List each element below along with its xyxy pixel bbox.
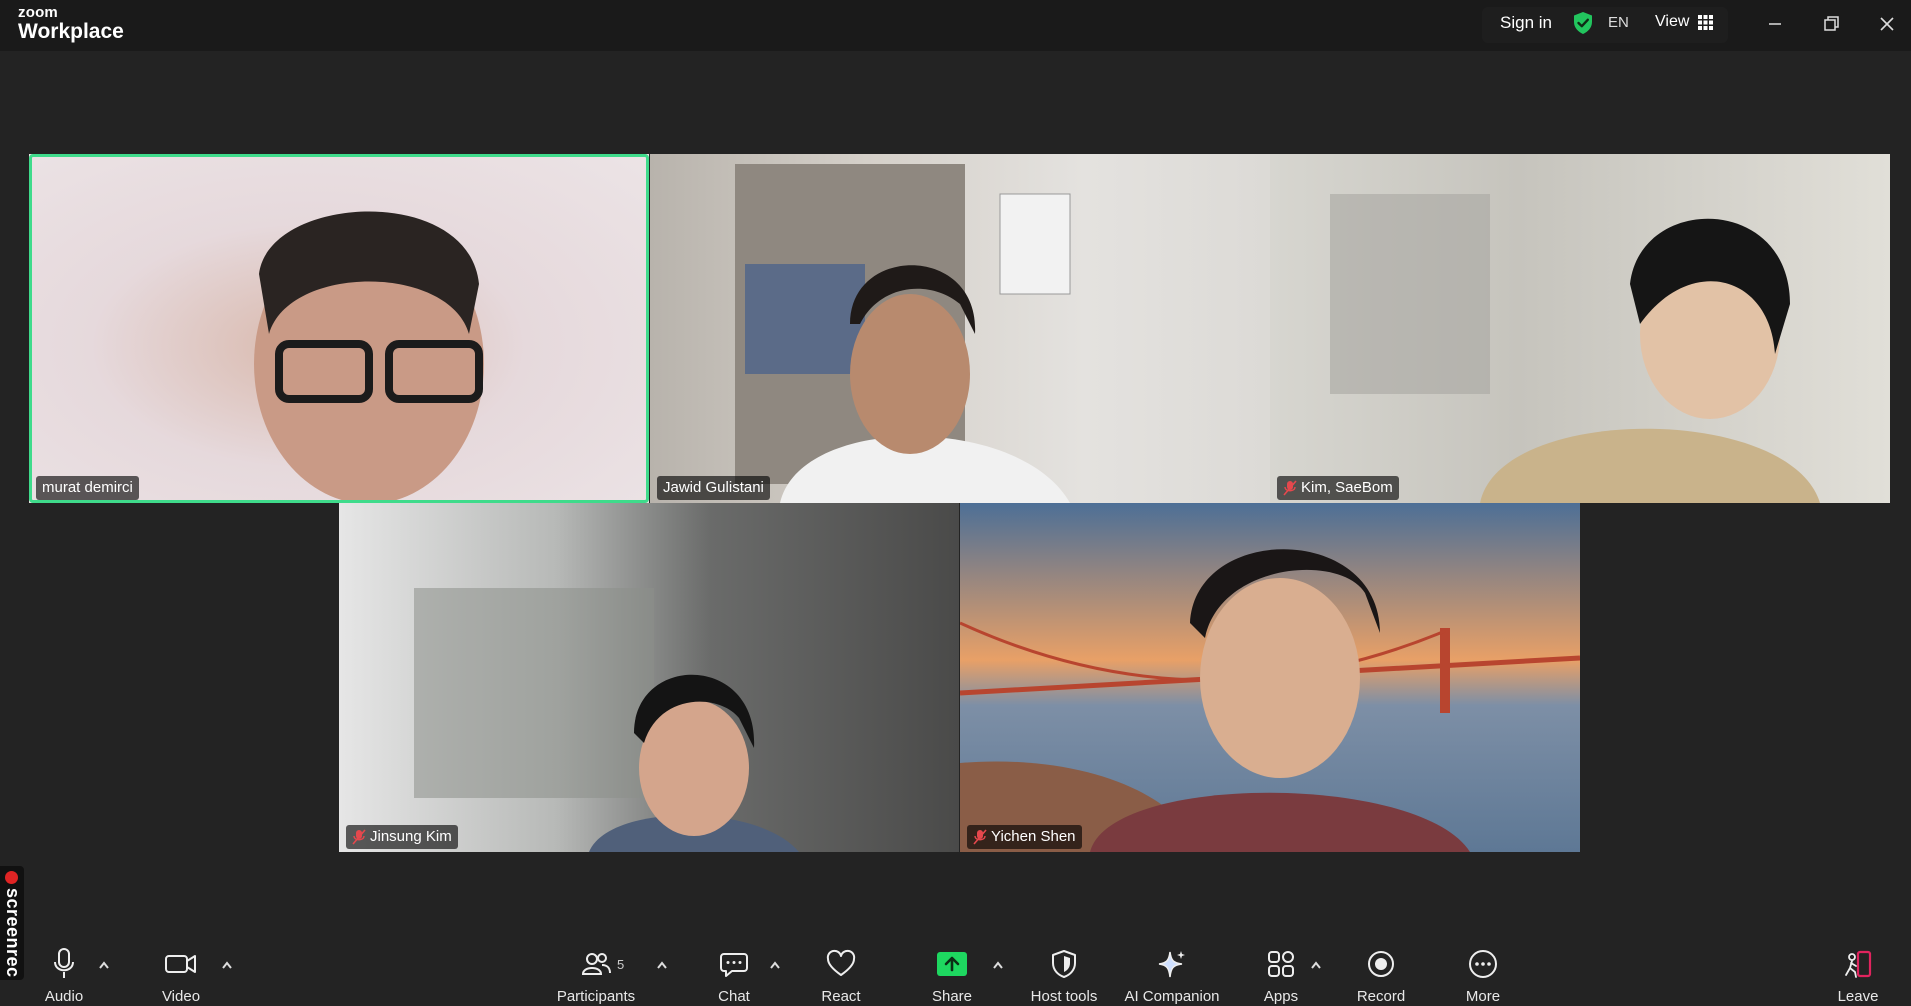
participant-name: Kim, SaeBom [1301,479,1393,496]
apps-options-chevron-up-icon[interactable] [1309,960,1323,970]
screenrec-tab[interactable]: screenrec [0,866,24,980]
video-label: Video [161,988,201,1005]
share-screen-icon [937,952,967,976]
host-tools-button[interactable]: Host tools [1031,948,1097,1005]
share-button[interactable]: Share [932,948,972,1005]
record-button[interactable]: Record [1357,948,1405,1005]
video-feed [339,503,959,852]
share-label: Share [931,988,973,1005]
participant-name-tag: Kim, SaeBom [1277,476,1399,500]
grid-view-icon[interactable] [1698,15,1713,30]
participant-name: Yichen Shen [991,828,1076,845]
participant-name: Jawid Gulistani [663,479,764,496]
video-feed [960,503,1580,852]
participant-count: 5 [617,957,625,972]
video-tile-murat-demirci[interactable]: murat demirci [29,154,649,503]
ai-companion-label: AI Companion [1124,988,1220,1005]
video-tile-jawid-gulistani[interactable]: Jawid Gulistani [650,154,1270,503]
screenrec-label: screenrec [3,888,23,978]
golden-gate-virtual-background [960,549,1580,852]
leave-door-icon [1845,950,1872,978]
participants-icon [581,953,611,975]
more-button[interactable]: More [1463,948,1503,1005]
muted-mic-icon [973,829,987,845]
apps-label: Apps [1263,988,1299,1005]
sparkle-icon [1158,951,1185,978]
participants-options-chevron-up-icon[interactable] [655,960,669,970]
video-feed [650,154,1270,503]
participant-silhouette [735,164,1071,503]
title-bar: zoom Workplace Sign in EN View [0,0,1911,51]
audio-options-chevron-up-icon[interactable] [97,960,111,970]
participant-name-tag: Yichen Shen [967,825,1082,849]
microphone-icon [54,948,74,978]
video-options-chevron-up-icon[interactable] [220,960,234,970]
apps-button[interactable]: Apps [1261,948,1301,1005]
zoom-logo: zoom Workplace [18,5,124,42]
video-tile-yichen-shen[interactable]: Yichen Shen [960,503,1580,852]
ai-companion-button[interactable]: AI Companion [1124,948,1220,1005]
audio-label: Audio [44,988,84,1005]
video-button[interactable]: Video [160,948,202,1005]
restore-icon[interactable] [1819,12,1843,36]
participant-silhouette [1330,194,1820,503]
video-tile-jinsung-kim[interactable]: Jinsung Kim [339,503,959,852]
record-icon [1368,951,1394,977]
react-label: React [821,988,861,1005]
encryption-shield-icon[interactable] [1572,11,1594,35]
brand-big: Workplace [18,20,124,43]
host-tools-label: Host tools [1030,988,1098,1005]
recording-dot-icon [5,871,18,884]
minimize-icon[interactable] [1763,12,1787,36]
heart-icon [826,949,856,976]
participant-silhouette [414,588,799,852]
video-tile-kim-saebom[interactable]: Kim, SaeBom [1270,154,1890,503]
participants-button[interactable]: Participants [557,948,635,1005]
audio-button[interactable]: Audio [44,948,84,1005]
chat-bubble-icon [720,953,748,977]
record-label: Record [1356,988,1406,1005]
leave-button[interactable]: Leave [1838,948,1878,1005]
more-label: More [1465,988,1501,1005]
chat-options-chevron-up-icon[interactable] [768,960,782,970]
participant-name: Jinsung Kim [370,828,452,845]
chat-label: Chat [718,988,750,1005]
participant-name-tag: Jinsung Kim [346,825,458,849]
muted-mic-icon [352,829,366,845]
participant-silhouette [254,211,484,503]
chat-button[interactable]: Chat [714,948,754,1005]
leave-label: Leave [1837,988,1879,1005]
video-feed [29,154,649,503]
sign-in-button[interactable]: Sign in [1500,13,1552,33]
participant-name: murat demirci [42,479,133,496]
apps-icon [1268,951,1294,977]
participant-name-tag: Jawid Gulistani [657,476,770,500]
share-options-chevron-up-icon[interactable] [991,960,1005,970]
close-icon[interactable] [1875,12,1899,36]
brand-small: zoom [18,4,58,21]
video-camera-icon [165,955,196,973]
host-shield-icon [1052,950,1076,978]
more-options-icon [1469,950,1497,978]
view-button[interactable]: View [1655,13,1689,31]
participant-name-tag: murat demirci [36,476,139,500]
react-button[interactable]: React [821,948,861,1005]
participants-label: Participants [556,988,636,1005]
language-button[interactable]: EN [1608,14,1629,31]
video-feed [1270,154,1890,503]
muted-mic-icon [1283,480,1297,496]
